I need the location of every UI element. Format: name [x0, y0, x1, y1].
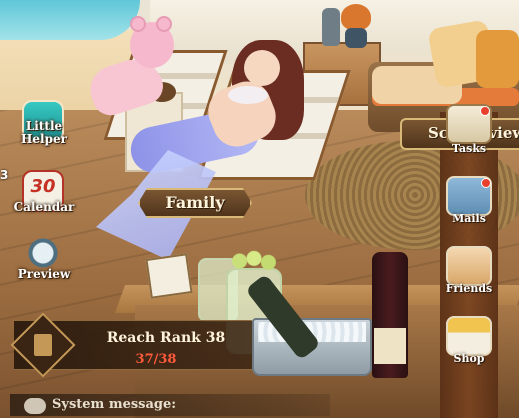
cushion: [476, 30, 519, 88]
calendar-day[interactable]: 30: [24, 176, 62, 197]
vase: [322, 8, 340, 46]
shop-label[interactable]: Shop: [438, 352, 500, 365]
family-label[interactable]: Family: [138, 193, 252, 212]
mermaid-face: [244, 50, 280, 86]
friends-label[interactable]: Friends: [438, 282, 500, 295]
calendar-label[interactable]: Calendar: [4, 200, 84, 214]
grapes: [230, 248, 278, 274]
tasks-alert-badge: [480, 106, 490, 116]
friends-icon[interactable]: [446, 246, 492, 286]
table-sign: [145, 253, 193, 299]
mails-label[interactable]: Mails: [438, 212, 500, 225]
shell-top: [228, 86, 268, 104]
plush-doll-head: [341, 4, 371, 30]
tasks-label[interactable]: Tasks: [438, 142, 500, 155]
quest-progress: 37/38: [135, 352, 177, 367]
wine-label: [374, 328, 406, 364]
pink-haired-character[interactable]: [70, 16, 180, 132]
chat-bubble-icon[interactable]: [24, 398, 46, 414]
plush-doll-body: [345, 28, 367, 48]
mails-alert-badge: [481, 178, 491, 188]
preview-label[interactable]: Preview: [4, 267, 84, 281]
shop-stall-icon[interactable]: [446, 316, 492, 356]
quest-title: Reach Rank 38: [106, 330, 226, 346]
edge-number: 3: [0, 168, 9, 182]
system-message-label: System message:: [52, 397, 177, 412]
little-helper-label[interactable]: Little Helper: [4, 120, 84, 146]
document-icon: [34, 334, 52, 356]
